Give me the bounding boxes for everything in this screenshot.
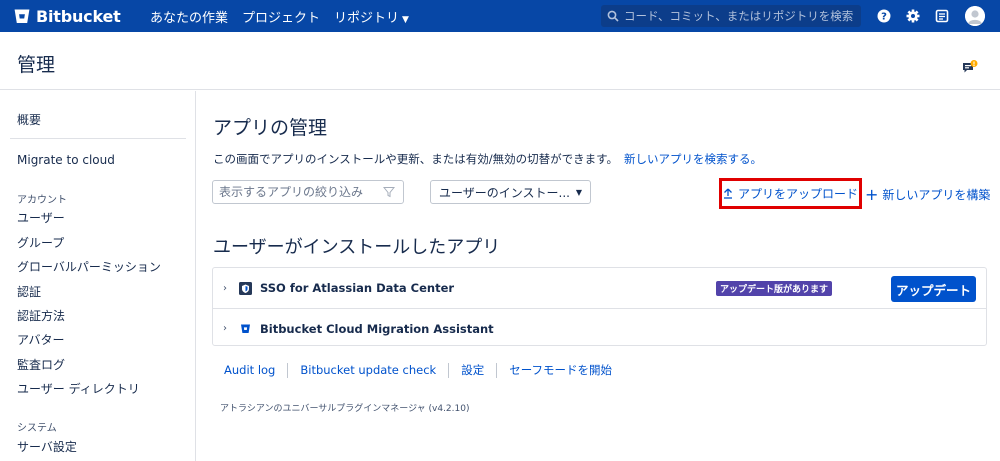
upload-app-button[interactable]: アプリをアップロード bbox=[719, 178, 862, 209]
update-available-badge: アップデート版があります bbox=[716, 281, 833, 296]
app-row[interactable]: › SSO for Atlassian Data Center アップデート版が… bbox=[213, 268, 986, 309]
sidebar-heading-accounts: アカウント bbox=[17, 195, 67, 206]
avatar[interactable] bbox=[965, 6, 985, 26]
sidebar-divider bbox=[10, 138, 186, 139]
bitbucket-logo[interactable]: Bitbucket bbox=[14, 7, 144, 26]
nav-your-work[interactable]: あなたの作業 bbox=[150, 7, 228, 26]
app-list: › SSO for Atlassian Data Center アップデート版が… bbox=[212, 267, 987, 346]
section-title: ユーザーがインストールしたアプリ bbox=[213, 237, 501, 258]
update-button[interactable]: アップデート bbox=[891, 276, 976, 302]
bitbucket-app-icon bbox=[241, 324, 250, 333]
sidebar-item-avatars[interactable]: アバター bbox=[17, 331, 65, 348]
upload-icon bbox=[723, 188, 732, 199]
sidebar-item-audit-log[interactable]: 監査ログ bbox=[17, 356, 65, 373]
app-name: Bitbucket Cloud Migration Assistant bbox=[260, 321, 494, 336]
sidebar-item-server-settings[interactable]: サーバ設定 bbox=[17, 438, 77, 455]
svg-text:?: ? bbox=[881, 12, 887, 23]
sidebar-item-global-permissions[interactable]: グローバルパーミッション bbox=[17, 258, 161, 275]
app-type-select-value: ユーザーのインストー... bbox=[439, 185, 570, 200]
sidebar-item-user-directories[interactable]: ユーザー ディレクトリ bbox=[17, 380, 140, 397]
description-text: この画面でアプリのインストールや更新、または有効/無効の切替ができます。 bbox=[213, 152, 618, 166]
build-new-app-link[interactable]: + 新しいアプリを構築 bbox=[865, 186, 990, 203]
upload-app-label: アプリをアップロード bbox=[737, 187, 858, 201]
sso-app-icon bbox=[239, 281, 252, 295]
plus-icon: + bbox=[865, 184, 879, 204]
bitbucket-logo-icon bbox=[14, 9, 30, 23]
filter-icon bbox=[383, 187, 395, 198]
sidebar-item-authentication-methods[interactable]: 認証方法 bbox=[17, 307, 65, 324]
settings-icon[interactable] bbox=[905, 8, 921, 24]
app-filter-input[interactable] bbox=[219, 185, 383, 199]
update-check-link[interactable]: Bitbucket update check bbox=[287, 363, 448, 378]
app-row[interactable]: › Bitbucket Cloud Migration Assistant bbox=[213, 309, 986, 348]
sidebar-item-overview[interactable]: 概要 bbox=[17, 111, 41, 128]
safe-mode-link[interactable]: セーフモードを開始 bbox=[496, 363, 624, 378]
top-nav: Bitbucket あなたの作業 プロジェクト リポジトリ▼ ? bbox=[0, 0, 1000, 32]
feedback-notification-icon[interactable]: ! bbox=[962, 60, 978, 80]
app-filter[interactable] bbox=[212, 180, 404, 204]
description: この画面でアプリのインストールや更新、または有効/無効の切替ができます。 新しいア… bbox=[213, 151, 762, 167]
inbox-icon[interactable] bbox=[934, 8, 950, 24]
caret-down-icon: ▼ bbox=[575, 187, 582, 197]
notification-badge: ! bbox=[973, 61, 976, 68]
settings-link[interactable]: 設定 bbox=[448, 363, 496, 378]
search-icon bbox=[607, 10, 619, 22]
app-name: SSO for Atlassian Data Center bbox=[260, 281, 455, 295]
admin-sidebar: 概要 Migrate to cloud アカウント ユーザー グループ グローバ… bbox=[0, 91, 196, 461]
main-title: アプリの管理 bbox=[213, 117, 328, 139]
nav-repositories[interactable]: リポジトリ ▼ bbox=[334, 7, 409, 26]
footer-links: Audit log Bitbucket update check 設定 セーフモ… bbox=[212, 363, 624, 378]
upm-version: アトラシアンのユニバーサルプラグインマネージャ (v4.2.10) bbox=[220, 404, 470, 414]
sidebar-item-users[interactable]: ユーザー bbox=[17, 209, 65, 226]
sidebar-item-migrate-to-cloud[interactable]: Migrate to cloud bbox=[17, 153, 115, 167]
chevron-down-icon: ▼ bbox=[402, 14, 409, 25]
logo-text: Bitbucket bbox=[36, 6, 121, 26]
search-box[interactable] bbox=[601, 5, 861, 27]
sidebar-heading-system: システム bbox=[17, 423, 57, 434]
audit-log-link[interactable]: Audit log bbox=[212, 363, 287, 378]
nav-repositories-label: リポジトリ bbox=[334, 10, 400, 26]
page-header: 管理 ! bbox=[0, 32, 1000, 90]
expand-chevron-icon[interactable]: › bbox=[223, 283, 227, 294]
page-title: 管理 bbox=[17, 54, 56, 76]
help-icon[interactable]: ? bbox=[876, 8, 892, 24]
app-type-select[interactable]: ユーザーのインストー... ▼ bbox=[430, 180, 591, 204]
sidebar-item-groups[interactable]: グループ bbox=[17, 234, 64, 251]
search-input[interactable] bbox=[624, 9, 860, 23]
expand-chevron-icon[interactable]: › bbox=[223, 323, 227, 334]
nav-projects[interactable]: プロジェクト bbox=[242, 7, 320, 26]
search-new-apps-link[interactable]: 新しいアプリを検索する。 bbox=[624, 152, 762, 166]
sidebar-item-authentication[interactable]: 認証 bbox=[17, 283, 41, 300]
build-new-app-label: 新しいアプリを構築 bbox=[882, 188, 991, 202]
